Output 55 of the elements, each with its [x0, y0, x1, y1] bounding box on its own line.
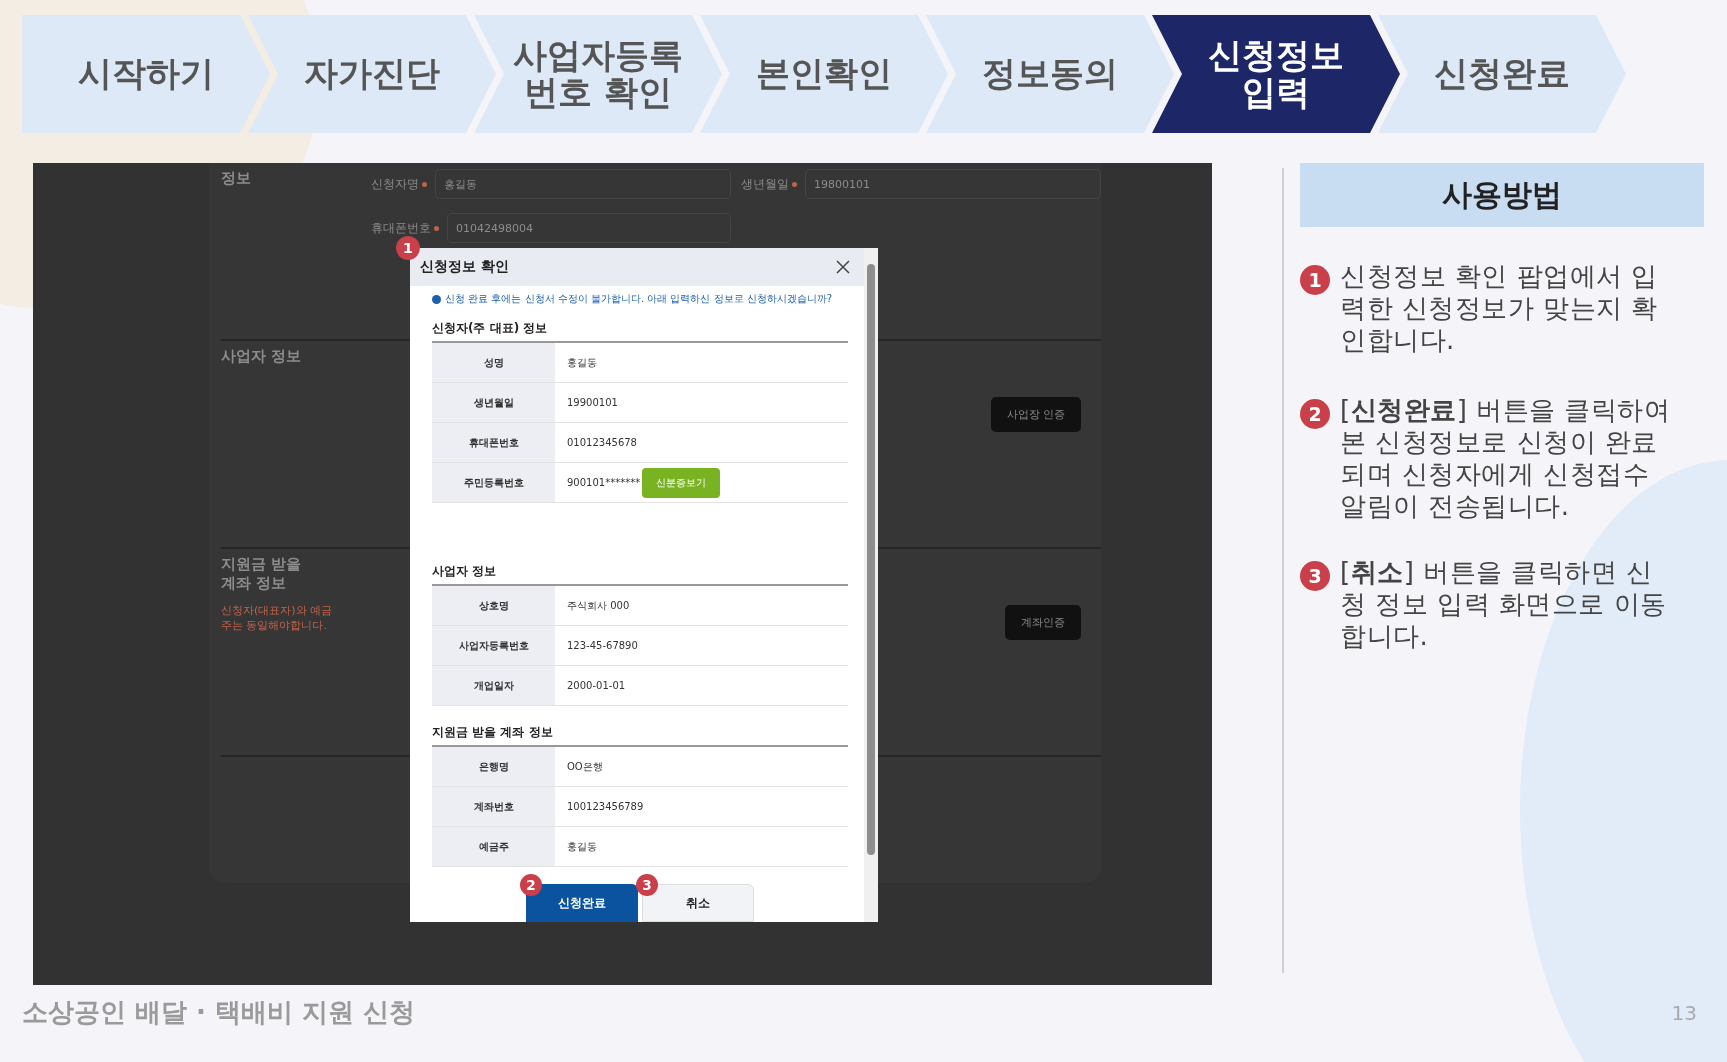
help-text: [신청완료] 버튼을 클릭하여 본 신청정보로 신청이 완료되며 신청자에게 신청접수 알림이 전송됩니다.: [1340, 395, 1672, 523]
table-value: 19900101: [567, 397, 618, 408]
table-value: 100123456789: [567, 801, 644, 812]
section-title: 지원금 받을 계좌 정보: [221, 555, 303, 593]
step-tab[interactable]: 신청완료: [1378, 15, 1626, 133]
page-number: 13: [1671, 1000, 1697, 1025]
step-badge: 3: [636, 874, 658, 896]
table-value: 홍길동: [567, 355, 597, 370]
form-note: 신청자(대표자)와 예금주는 동일해야합니다.: [221, 603, 334, 633]
scrollbar[interactable]: [864, 248, 878, 922]
help-title: 사용방법: [1300, 163, 1704, 227]
help-text: 신청정보 확인 팝업에서 입력한 신청정보가 맞는지 확인합니다.: [1340, 261, 1659, 357]
verify-button[interactable]: 계좌인증: [1005, 605, 1081, 640]
table-value: 01012345678: [567, 437, 637, 448]
step-tab[interactable]: 사업자등록 번호 확인: [474, 15, 722, 133]
table-label: 생년월일: [432, 383, 555, 422]
step-tab[interactable]: 자가진단: [248, 15, 496, 133]
table-label: 예금주: [432, 827, 555, 866]
table-label: 상호명: [432, 586, 555, 625]
footer-title: 소상공인 배달 · 택배비 지원 신청: [22, 996, 416, 1029]
input-field[interactable]: 19800101: [805, 169, 1101, 199]
step-badge: 2: [1300, 399, 1330, 429]
close-icon[interactable]: [836, 260, 850, 274]
field-label: 생년월일: [741, 175, 789, 193]
notice-text: 신청 완료 후에는 신청서 수정이 불가합니다. 아래 입력하신 정보로 신청하시겠습니까?: [445, 292, 833, 306]
section-title: 정보: [221, 169, 252, 188]
step-tab[interactable]: 본인확인: [700, 15, 948, 133]
info-icon: [432, 294, 441, 304]
table-label: 휴대폰번호: [432, 423, 555, 462]
table-label: 은행명: [432, 747, 555, 786]
dialog-title: 신청정보 확인: [420, 258, 509, 276]
table-label: 사업자등록번호: [432, 626, 555, 665]
step-badge: 1: [1300, 265, 1330, 295]
section-title: 사업자 정보: [221, 347, 303, 366]
help-text: [취소] 버튼을 클릭하면 신청 정보 입력 화면으로 이동합니다.: [1340, 556, 1668, 653]
step-tab[interactable]: 정보동의: [926, 15, 1174, 133]
table-label: 개업일자: [432, 666, 555, 705]
table-value: 2000-01-01: [567, 680, 626, 691]
step-tab[interactable]: 신청정보 입력: [1152, 15, 1400, 133]
step-badge: 3: [1300, 560, 1330, 591]
table-value: 주식회사 000: [567, 598, 630, 613]
table-label: 계좌번호: [432, 787, 555, 826]
input-field[interactable]: 홍길동: [435, 169, 731, 199]
table-label: 성명: [432, 343, 555, 382]
table-value: OO은행: [567, 759, 603, 774]
field-label: 신청자명: [371, 175, 419, 193]
table-value: 900101*******: [567, 477, 641, 488]
verify-button[interactable]: 사업장 인증: [990, 397, 1081, 432]
field-label: 휴대폰번호: [371, 219, 431, 237]
step-tab[interactable]: 시작하기: [22, 15, 270, 133]
table-label: 주민등록번호: [432, 463, 555, 502]
table-value: 123-45-67890: [567, 640, 638, 651]
input-field[interactable]: 01042498004: [447, 213, 731, 243]
table-value: 홍길동: [567, 839, 597, 854]
step-badge: 2: [520, 874, 542, 896]
